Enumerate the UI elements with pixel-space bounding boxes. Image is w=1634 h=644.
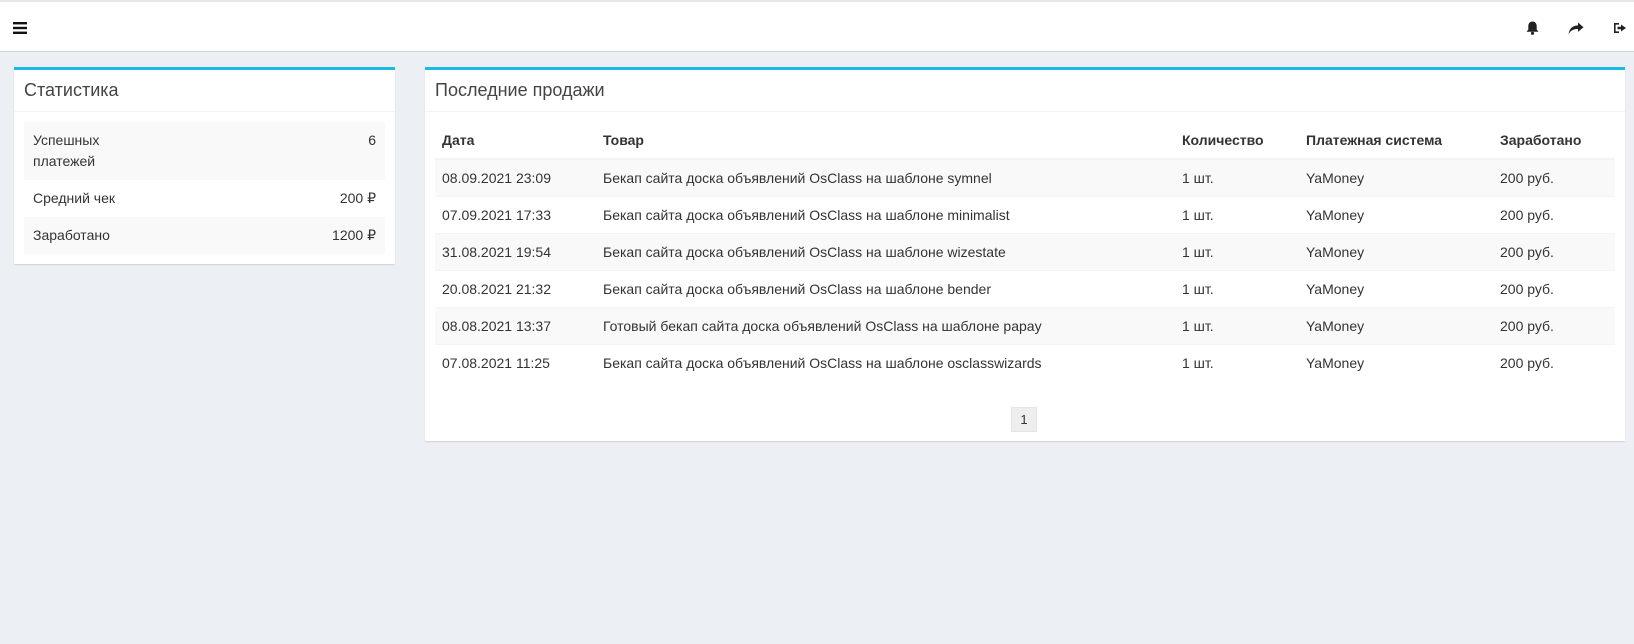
column-header-quantity: Количество bbox=[1175, 122, 1299, 160]
stats-title: Статистика bbox=[14, 70, 395, 112]
cell-payment-system: YaMoney bbox=[1299, 343, 1493, 381]
stat-row-average-check: Средний чек 200 ₽ bbox=[24, 180, 385, 217]
cell-item: Готовый бекап сайта доска объявлений OsC… bbox=[596, 306, 1175, 344]
table-row: 08.08.2021 13:37 Готовый бекап сайта дос… bbox=[435, 306, 1615, 344]
cell-payment-system: YaMoney bbox=[1299, 232, 1493, 270]
cell-quantity: 1 шт. bbox=[1175, 195, 1299, 233]
top-navbar bbox=[0, 0, 1634, 52]
share-arrow-icon[interactable] bbox=[1564, 16, 1588, 40]
stats-list: Успешных платежей 6 Средний чек 200 ₽ За… bbox=[14, 112, 395, 254]
table-row: 07.08.2021 11:25 Бекап сайта доска объяв… bbox=[435, 343, 1615, 381]
recent-sales-panel: Последние продажи Дата Товар Количество … bbox=[425, 67, 1625, 441]
cell-payment-system: YaMoney bbox=[1299, 269, 1493, 307]
stat-label: Успешных платежей bbox=[33, 132, 100, 169]
cell-date: 31.08.2021 19:54 bbox=[435, 232, 596, 270]
cell-payment-system: YaMoney bbox=[1299, 306, 1493, 344]
column-header-date: Дата bbox=[435, 122, 596, 160]
bell-icon[interactable] bbox=[1520, 16, 1544, 40]
cell-date: 07.08.2021 11:25 bbox=[435, 343, 596, 381]
cell-earned: 200 руб. bbox=[1493, 343, 1615, 381]
stats-panel: Статистика Успешных платежей 6 Средний ч… bbox=[14, 67, 395, 264]
stat-row-successful-payments: Успешных платежей 6 bbox=[24, 122, 385, 180]
cell-date: 08.08.2021 13:37 bbox=[435, 306, 596, 344]
column-header-payment-system: Платежная система bbox=[1299, 122, 1493, 160]
cell-quantity: 1 шт. bbox=[1175, 158, 1299, 196]
cell-item: Бекап сайта доска объявлений OsClass на … bbox=[596, 158, 1175, 196]
cell-item: Бекап сайта доска объявлений OsClass на … bbox=[596, 232, 1175, 270]
cell-date: 08.09.2021 23:09 bbox=[435, 158, 596, 196]
recent-sales-title: Последние продажи bbox=[425, 70, 1625, 112]
sales-table: Дата Товар Количество Платежная система … bbox=[435, 122, 1615, 381]
cell-item: Бекап сайта доска объявлений OsClass на … bbox=[596, 343, 1175, 381]
stat-label: Средний чек bbox=[33, 190, 116, 206]
cell-earned: 200 руб. bbox=[1493, 269, 1615, 307]
stat-row-earned: Заработано 1200 ₽ bbox=[24, 217, 385, 254]
table-row: 20.08.2021 21:32 Бекап сайта доска объяв… bbox=[435, 269, 1615, 307]
stat-value: 1200 ₽ bbox=[332, 227, 376, 243]
cell-quantity: 1 шт. bbox=[1175, 269, 1299, 307]
cell-quantity: 1 шт. bbox=[1175, 306, 1299, 344]
cell-item: Бекап сайта доска объявлений OsClass на … bbox=[596, 195, 1175, 233]
cell-payment-system: YaMoney bbox=[1299, 195, 1493, 233]
table-row: 08.09.2021 23:09 Бекап сайта доска объяв… bbox=[435, 158, 1615, 196]
stat-value: 200 ₽ bbox=[339, 190, 376, 206]
cell-date: 20.08.2021 21:32 bbox=[435, 269, 596, 307]
table-row: 07.09.2021 17:33 Бекап сайта доска объяв… bbox=[435, 195, 1615, 233]
stat-value: 6 bbox=[368, 132, 376, 148]
cell-earned: 200 руб. bbox=[1493, 232, 1615, 270]
cell-date: 07.09.2021 17:33 bbox=[435, 195, 596, 233]
stat-label: Заработано bbox=[33, 227, 110, 243]
cell-quantity: 1 шт. bbox=[1175, 232, 1299, 270]
recent-sales-body: Дата Товар Количество Платежная система … bbox=[425, 112, 1625, 381]
cell-earned: 200 руб. bbox=[1493, 195, 1615, 233]
column-header-item: Товар bbox=[596, 122, 1175, 160]
table-header-row: Дата Товар Количество Платежная система … bbox=[435, 122, 1615, 160]
cell-item: Бекап сайта доска объявлений OsClass на … bbox=[596, 269, 1175, 307]
pagination-page-1[interactable]: 1 bbox=[1011, 407, 1037, 432]
cell-earned: 200 руб. bbox=[1493, 158, 1615, 196]
cell-earned: 200 руб. bbox=[1493, 306, 1615, 344]
cell-payment-system: YaMoney bbox=[1299, 158, 1493, 196]
cell-quantity: 1 шт. bbox=[1175, 343, 1299, 381]
table-row: 31.08.2021 19:54 Бекап сайта доска объяв… bbox=[435, 232, 1615, 270]
column-header-earned: Заработано bbox=[1493, 122, 1615, 160]
sign-out-icon[interactable] bbox=[1608, 16, 1632, 40]
hamburger-icon[interactable] bbox=[8, 16, 32, 40]
